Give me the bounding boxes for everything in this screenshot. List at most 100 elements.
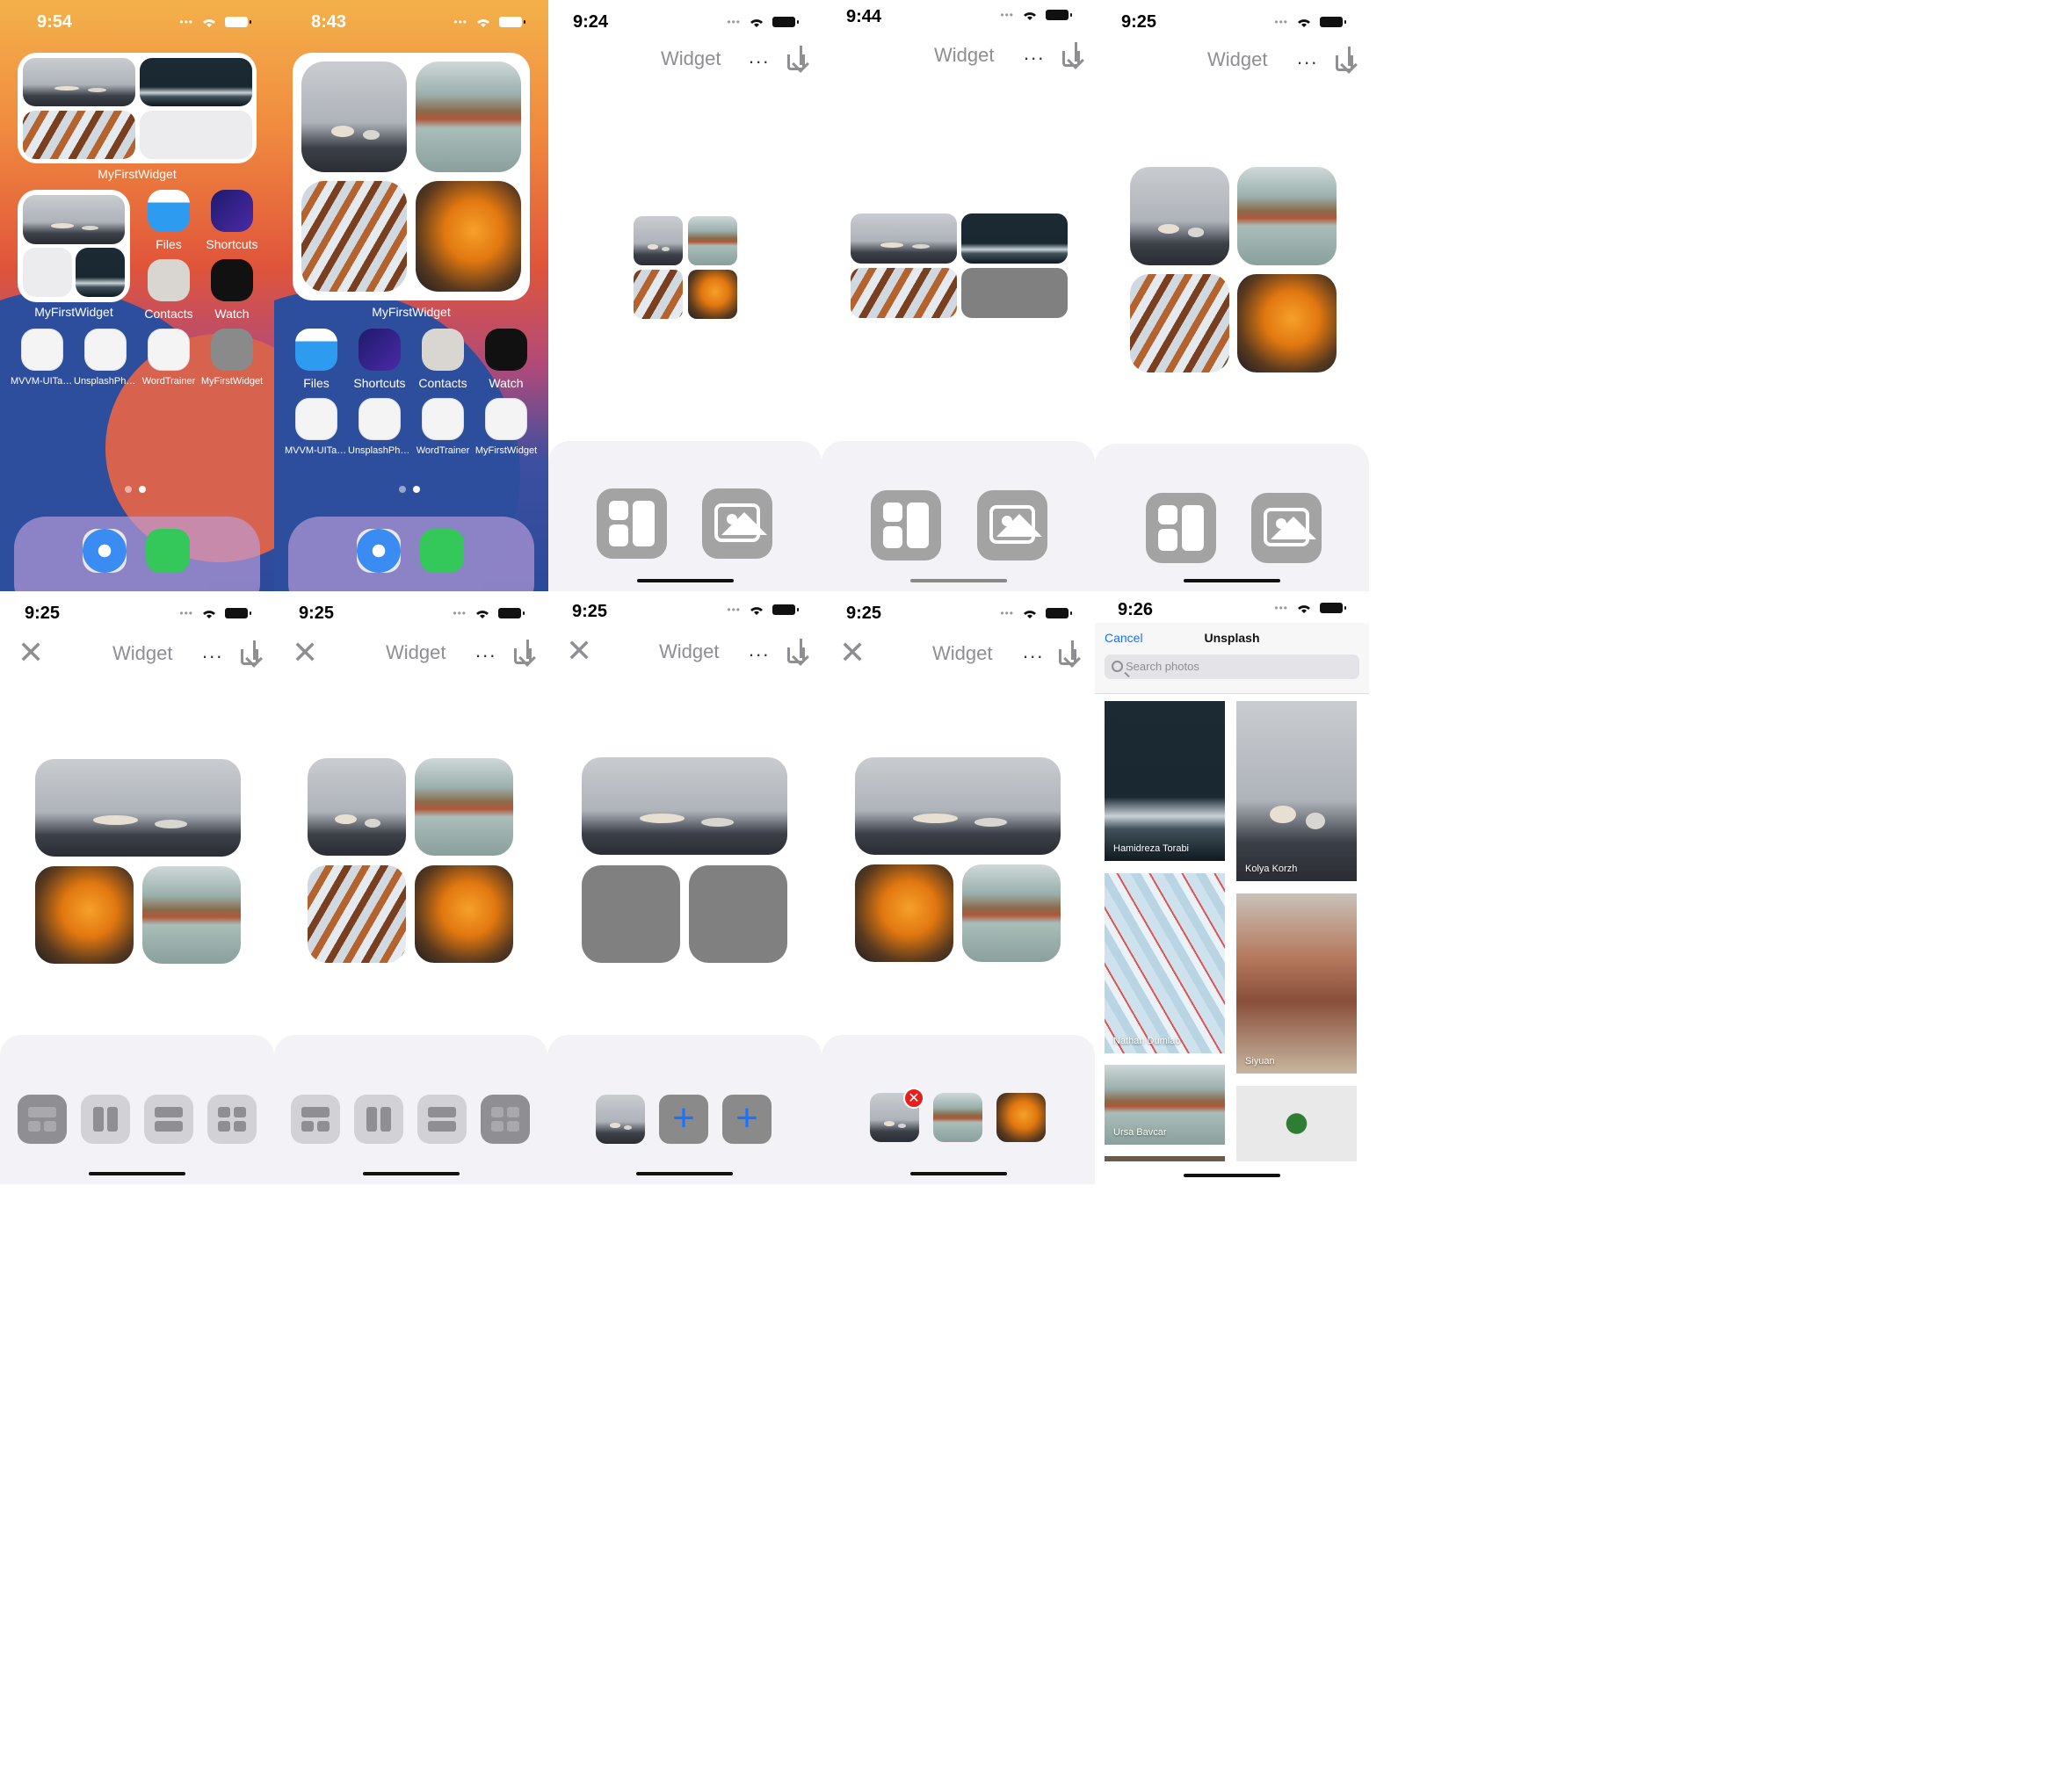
preview-tile[interactable] <box>855 757 1061 855</box>
app-files[interactable]: Files <box>285 329 348 390</box>
preview-tile[interactable] <box>1130 274 1229 372</box>
preview-tile[interactable] <box>308 758 406 856</box>
layout-option-2-columns[interactable] <box>81 1095 130 1144</box>
widget-large[interactable] <box>18 53 257 163</box>
more-button[interactable]: ... <box>749 46 770 69</box>
download-icon[interactable] <box>1336 47 1353 71</box>
layout-option-1-2[interactable] <box>291 1095 340 1144</box>
preview-tile-empty[interactable] <box>689 865 787 963</box>
preview-tile[interactable] <box>688 216 737 265</box>
app-watch[interactable]: Watch <box>200 259 264 321</box>
widget-tile-photo <box>76 248 125 297</box>
preview-tile[interactable] <box>1237 167 1337 265</box>
app-myfirstwidget[interactable]: MyFirstWidget <box>200 329 264 387</box>
add-photo-button[interactable]: + <box>659 1095 708 1144</box>
app-wordtrainer[interactable]: WordTrainer <box>137 329 200 387</box>
layout-option-grid[interactable] <box>207 1095 257 1144</box>
app-mvvm[interactable]: MVVM-UITable... <box>11 329 74 387</box>
preview-tile-empty[interactable] <box>961 268 1068 318</box>
layout-button[interactable] <box>1146 493 1216 563</box>
preview-tile[interactable] <box>308 865 406 963</box>
safari-icon[interactable] <box>357 529 401 573</box>
add-photo-button[interactable]: + <box>722 1095 772 1144</box>
signal-icon: ••• <box>727 16 741 28</box>
app-contacts[interactable]: Contacts <box>137 259 200 321</box>
app-mvvm[interactable]: MVVM-UITable... <box>285 398 348 456</box>
preview-tile[interactable] <box>1130 167 1229 265</box>
status-time: 9:25 <box>25 604 61 623</box>
more-button[interactable]: ... <box>1023 640 1044 663</box>
layout-option-2-rows[interactable] <box>417 1095 467 1144</box>
layout-option-grid[interactable] <box>481 1095 530 1144</box>
photo-button[interactable] <box>1251 493 1322 563</box>
preview-tile[interactable] <box>634 216 683 265</box>
close-icon[interactable]: ✕ <box>566 635 592 667</box>
photo-button[interactable] <box>977 490 1047 560</box>
preview-tile[interactable] <box>142 866 241 964</box>
app-wordtrainer[interactable]: WordTrainer <box>411 398 475 456</box>
app-shortcuts[interactable]: Shortcuts <box>348 329 411 390</box>
photo-cell[interactable]: Siyuan <box>1236 893 1357 1074</box>
safari-icon[interactable] <box>83 529 127 573</box>
photo-cell[interactable] <box>1236 1086 1357 1161</box>
close-icon[interactable]: ✕ <box>292 637 318 669</box>
preview-tile[interactable] <box>415 758 513 856</box>
photo-cell[interactable]: Nathan Dumlao <box>1105 873 1225 1053</box>
preview-tile[interactable] <box>634 270 683 319</box>
download-icon[interactable] <box>787 46 805 70</box>
messages-icon[interactable] <box>146 529 190 573</box>
app-shortcuts[interactable]: Shortcuts <box>200 190 264 251</box>
layout-button[interactable] <box>871 490 941 560</box>
photo-button[interactable] <box>702 488 772 559</box>
remove-badge-icon[interactable]: ✕ <box>903 1088 924 1109</box>
preview-tile[interactable] <box>688 270 737 319</box>
more-button[interactable]: ... <box>1297 47 1318 69</box>
preview-tile-empty[interactable] <box>582 865 680 963</box>
page-indicator[interactable] <box>399 486 420 493</box>
more-button[interactable]: ... <box>202 640 223 663</box>
layout-button[interactable] <box>597 488 667 559</box>
download-icon[interactable] <box>1062 42 1080 67</box>
layout-option-2-columns[interactable] <box>354 1095 403 1144</box>
app-unsplash[interactable]: UnsplashPhot... <box>348 398 411 456</box>
more-button[interactable]: ... <box>1024 42 1045 65</box>
download-icon[interactable] <box>1059 640 1076 665</box>
app-files[interactable]: Files <box>137 190 200 251</box>
search-input[interactable]: Search photos <box>1105 654 1359 679</box>
photo-cell[interactable]: Hamidreza Torabi <box>1105 701 1225 861</box>
photo-cell[interactable] <box>1105 1156 1225 1161</box>
preview-tile[interactable] <box>962 864 1061 962</box>
preview-tile[interactable] <box>582 757 787 855</box>
layout-option-1-2[interactable] <box>18 1095 67 1144</box>
more-button[interactable]: ... <box>475 640 496 662</box>
messages-icon[interactable] <box>420 529 464 573</box>
preview-tile[interactable] <box>851 268 957 318</box>
download-icon[interactable] <box>787 639 805 663</box>
photo-slot-thumbnail[interactable] <box>596 1095 645 1144</box>
preview-tile[interactable] <box>961 213 1068 264</box>
download-icon[interactable] <box>241 640 258 665</box>
close-icon[interactable]: ✕ <box>18 637 44 669</box>
photo-cell[interactable]: Kolya Korzh <box>1236 701 1357 881</box>
app-contacts[interactable]: Contacts <box>411 329 475 390</box>
preview-tile[interactable] <box>855 864 953 962</box>
preview-tile[interactable] <box>415 865 513 963</box>
app-unsplash[interactable]: UnsplashPhot... <box>74 329 137 387</box>
page-indicator[interactable] <box>125 486 146 493</box>
preview-tile[interactable] <box>1237 274 1337 372</box>
layout-option-2-rows[interactable] <box>144 1095 193 1144</box>
app-watch[interactable]: Watch <box>475 329 538 390</box>
download-icon[interactable] <box>514 640 532 664</box>
widget-small[interactable] <box>18 190 130 302</box>
preview-tile[interactable] <box>35 759 241 857</box>
photo-slot-thumbnail[interactable] <box>996 1093 1046 1142</box>
app-placeholder-icon <box>295 398 337 440</box>
more-button[interactable]: ... <box>749 639 770 662</box>
photo-cell[interactable]: Ursa Bavcar <box>1105 1065 1225 1145</box>
preview-tile[interactable] <box>35 866 134 964</box>
widget-large-square[interactable] <box>293 53 530 300</box>
preview-tile[interactable] <box>851 213 957 264</box>
photo-slot-thumbnail[interactable] <box>933 1093 982 1142</box>
app-myfirstwidget[interactable]: MyFirstWidget <box>475 398 538 456</box>
close-icon[interactable]: ✕ <box>839 637 866 669</box>
